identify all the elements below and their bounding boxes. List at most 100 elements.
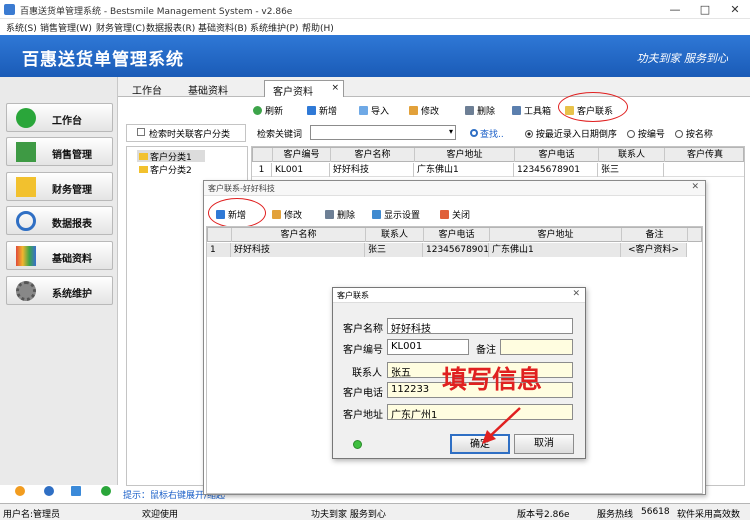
toolbox-button[interactable]: 工具箱 xyxy=(512,104,551,117)
status-dot-icon xyxy=(353,440,362,449)
status-slogan: 功夫到家 服务到心 xyxy=(311,510,386,520)
import-icon xyxy=(359,106,368,115)
annotation-text: 填写信息 xyxy=(442,365,543,394)
menu-system[interactable]: 系统(S) xyxy=(6,21,37,34)
menu-maintenance[interactable]: 系统维护(P) xyxy=(250,21,298,34)
display-settings-button[interactable]: 显示设置 xyxy=(372,208,420,221)
tab-customer-data[interactable]: 客户资料 × xyxy=(264,80,344,98)
button-label: 关闭 xyxy=(452,211,471,221)
import-button[interactable]: 导入 xyxy=(359,104,389,117)
column-header[interactable]: 客户地址 xyxy=(415,148,515,162)
column-header[interactable]: 备注 xyxy=(622,228,688,242)
menu-help[interactable]: 帮助(H) xyxy=(302,21,334,34)
button-label: 查找.. xyxy=(480,130,504,140)
maximize-button[interactable]: □ xyxy=(690,0,720,19)
radio-selected-icon xyxy=(525,130,533,138)
column-header[interactable]: 联系人 xyxy=(366,228,424,242)
table-cell: 张三 xyxy=(365,243,423,257)
radio-label: 按最近录入日期倒序 xyxy=(535,130,617,140)
menu-basic-data[interactable]: 基础资料(B) xyxy=(198,21,247,34)
tab-basic-data[interactable]: 基础资料 xyxy=(180,80,236,97)
customer-name-field[interactable]: 好好科技 xyxy=(387,318,573,335)
close-window-button[interactable]: ✕ xyxy=(720,0,750,19)
table-cell: 12345678901 xyxy=(423,243,489,257)
table-row[interactable]: 1 好好科技 张三 12345678901 广东佛山1 <客户资料> xyxy=(207,243,687,257)
column-header[interactable]: 客户编号 xyxy=(273,148,331,162)
column-header[interactable]: 联系人 xyxy=(599,148,665,162)
pencil-icon xyxy=(409,106,418,115)
trash-icon xyxy=(465,106,474,115)
row-number-header xyxy=(208,228,232,242)
menu-finance[interactable]: 财务管理(C) xyxy=(96,21,145,34)
phone-label: 客户电话 xyxy=(343,388,383,399)
gear-icon xyxy=(16,281,36,301)
tab-close-icon[interactable]: × xyxy=(331,83,339,93)
column-header[interactable]: 客户名称 xyxy=(232,228,366,242)
clock-icon[interactable] xyxy=(44,486,54,496)
tab-workbench[interactable]: 工作台 xyxy=(124,80,170,97)
table-cell: 张三 xyxy=(598,163,664,177)
contact-delete-button[interactable]: 删除 xyxy=(325,208,355,221)
add-button[interactable]: 新增 xyxy=(307,104,337,117)
address-label: 客户地址 xyxy=(343,410,383,421)
column-header[interactable]: 客户名称 xyxy=(331,148,415,162)
sidebar: 工作台 销售管理 财务管理 数据报表 基础资料 系统维护 xyxy=(0,77,118,485)
customer-code-field[interactable]: KL001 xyxy=(387,339,469,355)
highlight-circle xyxy=(208,198,266,228)
nav-sales[interactable]: 销售管理 xyxy=(6,137,113,166)
sort-by-date-radio[interactable]: 按最近录入日期倒序 xyxy=(525,127,617,140)
settings-icon xyxy=(372,210,381,219)
button-label: 删除 xyxy=(337,211,356,221)
checkbox-label: 检索时关联客户分类 xyxy=(149,130,231,140)
table-cell: 12345678901 xyxy=(514,163,598,177)
category-filter: 检索时关联客户分类 xyxy=(126,124,246,142)
window-title: 百惠送货单管理系统 - Bestsmile Management System … xyxy=(20,7,293,17)
associate-category-checkbox[interactable] xyxy=(137,128,145,136)
column-header[interactable]: 客户地址 xyxy=(490,228,622,242)
sort-by-name-radio[interactable]: 按名称 xyxy=(675,127,713,140)
sort-by-code-radio[interactable]: 按编号 xyxy=(627,127,665,140)
contact-edit-button[interactable]: 修改 xyxy=(272,208,302,221)
menu-sales[interactable]: 销售管理(W) xyxy=(40,21,92,34)
close-icon[interactable]: ✕ xyxy=(572,289,580,299)
keyword-input[interactable]: ▾ xyxy=(310,125,456,140)
nav-basic-data[interactable]: 基础资料 xyxy=(6,241,113,270)
minimize-button[interactable]: — xyxy=(660,0,690,19)
column-header[interactable]: 客户电话 xyxy=(515,148,599,162)
magnifier-icon xyxy=(16,211,36,231)
delete-button[interactable]: 删除 xyxy=(465,104,495,117)
dialog-title: 客户联系-好好科技 xyxy=(208,184,275,193)
warning-icon[interactable] xyxy=(15,486,25,496)
edit-button[interactable]: 修改 xyxy=(409,104,439,117)
pencil-icon xyxy=(272,210,281,219)
refresh-icon[interactable] xyxy=(101,486,111,496)
close-icon[interactable]: ✕ xyxy=(691,182,699,192)
tree-item-label: 客户分类2 xyxy=(150,166,192,176)
search-icon[interactable] xyxy=(71,486,81,496)
nav-finance[interactable]: 财务管理 xyxy=(6,172,113,201)
column-header[interactable]: 客户电话 xyxy=(424,228,490,242)
nav-reports[interactable]: 数据报表 xyxy=(6,206,113,235)
menu-bar: 系统(S) 销售管理(W) 财务管理(C) 数据报表(R) 基础资料(B) 系统… xyxy=(0,19,750,35)
radio-label: 按编号 xyxy=(637,130,665,140)
status-version: 版本号2.86e xyxy=(517,510,570,520)
table-cell xyxy=(664,163,744,177)
remark-field[interactable] xyxy=(500,339,573,355)
contact-close-button[interactable]: 关闭 xyxy=(440,208,470,221)
button-label: 新增 xyxy=(319,107,338,117)
menu-reports[interactable]: 数据报表(R) xyxy=(146,21,195,34)
table-row[interactable]: 1 KL001 好好科技 广东佛山1 12345678901 张三 xyxy=(252,163,744,177)
nav-label: 工作台 xyxy=(52,116,82,127)
tree-item[interactable]: 客户分类2 xyxy=(137,163,192,176)
column-header[interactable]: 客户传真 xyxy=(665,148,745,162)
status-note: 软件采用高效数 xyxy=(677,510,741,520)
tree-item[interactable]: 客户分类1 xyxy=(137,150,205,163)
search-button[interactable]: 查找.. xyxy=(470,127,504,140)
chart-icon xyxy=(16,246,36,266)
refresh-button[interactable]: 刷新 xyxy=(253,104,283,117)
folder-icon xyxy=(139,153,148,160)
nav-maintenance[interactable]: 系统维护 xyxy=(6,276,113,305)
app-banner: 百惠送货单管理系统 功夫到家 服务到心 xyxy=(0,35,750,77)
nav-workbench[interactable]: 工作台 xyxy=(6,103,113,132)
app-slogan: 功夫到家 服务到心 xyxy=(636,52,729,65)
